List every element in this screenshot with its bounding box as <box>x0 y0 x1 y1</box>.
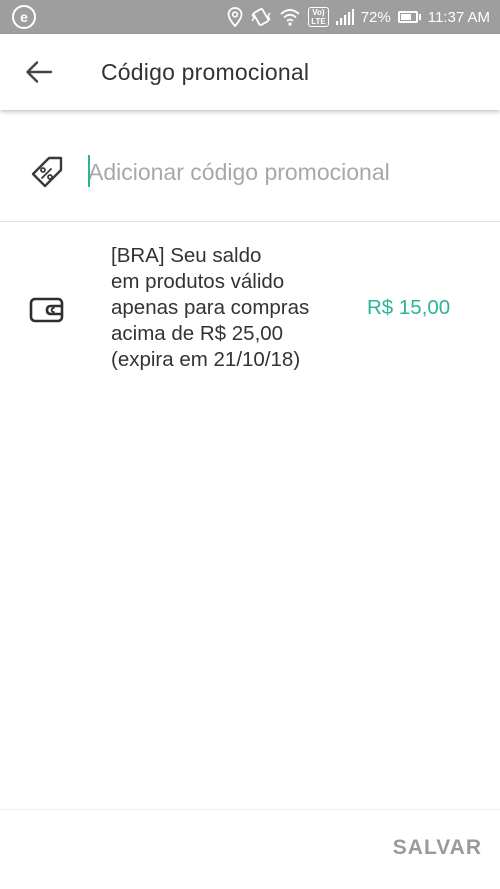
status-bar: e Vo) LTE 72% 11:37 AM <box>0 0 500 34</box>
balance-description: [BRA] Seu saldo em produtos válido apena… <box>111 243 361 373</box>
app-notification-icon: e <box>12 5 36 29</box>
discount-tag-icon <box>27 152 67 192</box>
arrow-left-icon <box>26 61 53 83</box>
app-toolbar: Código promocional <box>0 34 500 110</box>
balance-line: [BRA] Seu saldo <box>111 244 262 267</box>
battery-fill <box>400 14 411 20</box>
footer-divider <box>0 809 500 810</box>
volte-top-text: Vo) <box>312 8 325 17</box>
status-left: e <box>12 5 36 29</box>
battery-icon <box>397 11 421 23</box>
balance-line: (expira em 21/10/18) <box>111 348 301 371</box>
wallet-icon <box>29 297 64 323</box>
balance-line: em produtos válido <box>111 270 285 293</box>
status-time: 11:37 AM <box>427 8 490 26</box>
volte-indicator: Vo) LTE <box>308 7 329 27</box>
text-cursor <box>88 155 90 187</box>
volte-bottom-text: LTE <box>311 17 326 26</box>
balance-list-item[interactable]: [BRA] Seu saldo em produtos válido apena… <box>0 243 500 383</box>
battery-tip <box>418 14 421 20</box>
battery-percent: 72% <box>360 8 391 26</box>
balance-amount: R$ 15,00 <box>367 296 451 319</box>
signal-icon <box>335 9 354 25</box>
balance-line: acima de R$ 25,00 <box>111 322 284 345</box>
promo-code-input[interactable] <box>88 152 478 192</box>
vibrate-icon <box>251 8 271 26</box>
page-title: Código promocional <box>101 58 310 85</box>
location-icon <box>227 7 243 27</box>
back-button[interactable] <box>19 52 59 92</box>
promo-code-row <box>0 123 500 222</box>
battery-body <box>397 11 418 23</box>
status-right: Vo) LTE 72% 11:37 AM <box>227 6 490 28</box>
balance-line: apenas para compras <box>111 296 310 319</box>
save-button[interactable]: SALVAR <box>393 836 482 860</box>
wifi-icon <box>280 9 300 26</box>
